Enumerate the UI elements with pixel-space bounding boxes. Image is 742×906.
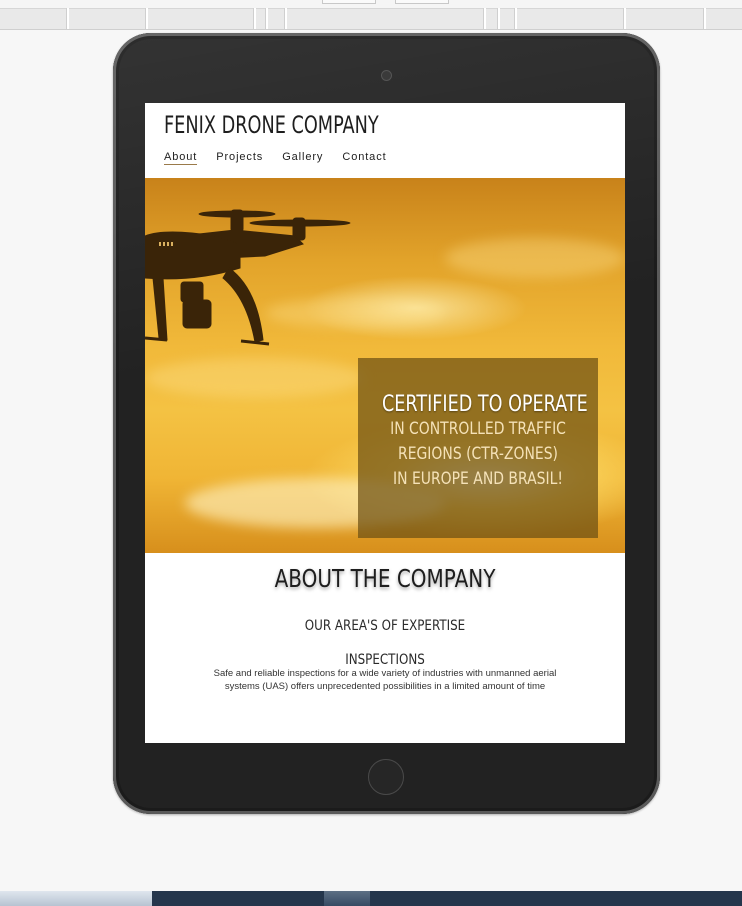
column-divider[interactable] [284,8,287,29]
column-divider[interactable] [265,8,268,29]
nav-item-contact[interactable]: Contact [342,151,386,165]
ruler-marker[interactable] [322,0,376,4]
hero-banner: CERTIFIED TO OPERATE IN CONTROLLED TRAFF… [145,178,625,553]
nav-item-gallery[interactable]: Gallery [282,151,323,165]
tablet-screen: FENIX DRONE COMPANY About Projects Galle… [145,103,625,743]
column-divider[interactable] [497,8,500,29]
taskbar-segment[interactable] [370,891,742,906]
nav-item-about[interactable]: About [164,151,198,165]
site-title[interactable]: FENIX DRONE COMPANY [164,111,379,139]
column-divider[interactable] [514,8,517,29]
column-divider[interactable] [623,8,626,29]
nav-item-projects[interactable]: Projects [216,151,263,165]
inspections-heading: INSPECTIONS [345,652,425,668]
camera-icon [381,70,392,81]
inspections-text: Safe and reliable inspections for a wide… [213,668,557,692]
drone-silhouette-icon [145,209,351,346]
taskbar [0,891,742,906]
column-divider[interactable] [253,8,256,29]
column-divider[interactable] [483,8,486,29]
home-button[interactable] [368,759,404,795]
about-heading: ABOUT THE COMPANY [274,564,496,593]
column-divider[interactable] [703,8,706,29]
taskbar-segment[interactable] [152,891,324,906]
overlay-line: REGIONS (CTR-ZONES) [398,444,558,464]
overlay-line: IN CONTROLLED TRAFFIC [390,419,566,439]
column-divider[interactable] [66,8,69,29]
expertise-subheading: OUR AREA'S OF EXPERTISE [304,618,466,634]
ruler-marker[interactable] [395,0,449,4]
cloud-shape [445,238,625,278]
top-toolbar-strip [0,0,742,30]
overlay-headline: CERTIFIED TO OPERATE [382,392,588,417]
certification-overlay: CERTIFIED TO OPERATE IN CONTROLLED TRAFF… [358,358,598,538]
overlay-line: IN EUROPE AND BRASIL! [393,469,563,489]
taskbar-light-section [0,891,152,906]
column-divider[interactable] [145,8,148,29]
main-nav: About Projects Gallery Contact [164,151,406,165]
